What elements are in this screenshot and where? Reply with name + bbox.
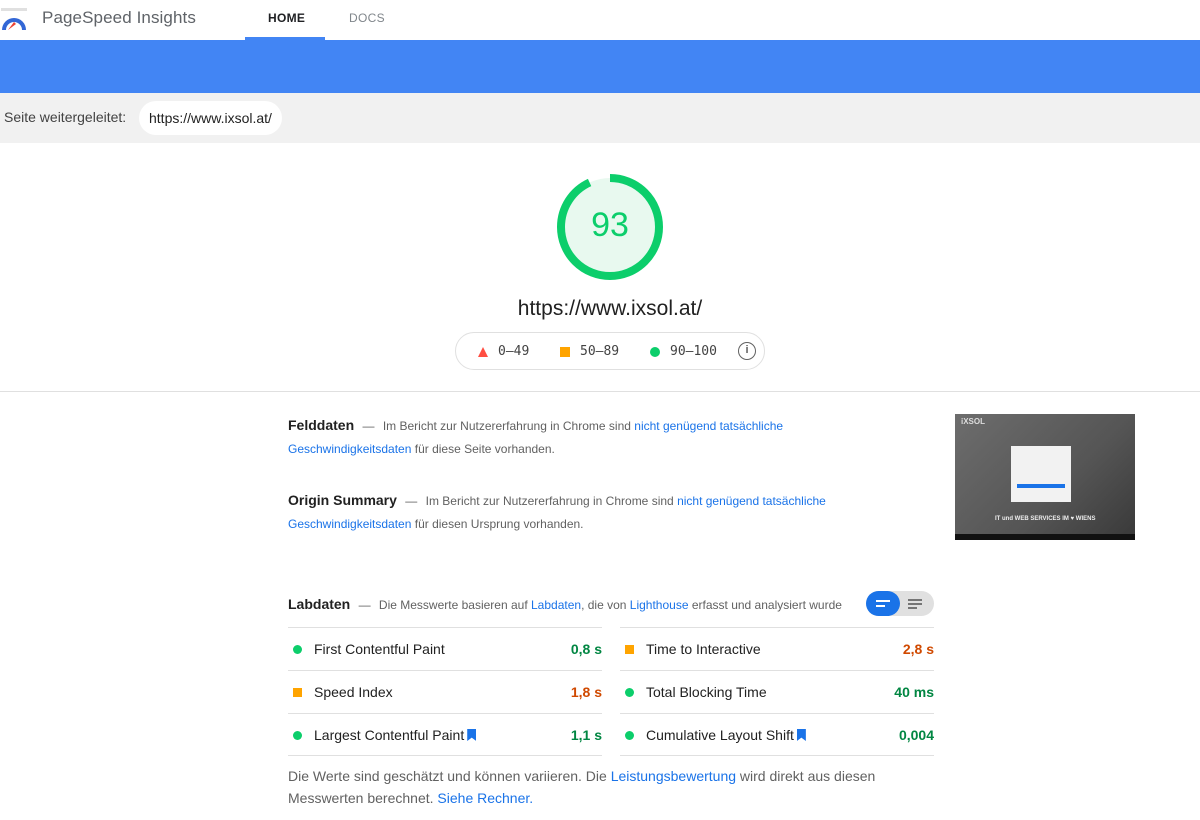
redirect-bar: Seite weitergeleitet: https://www.ixsol.… [0,93,1200,143]
performance-score-link[interactable]: Leistungsbewertung [611,768,736,784]
metric-label: Total Blocking Time [646,684,767,700]
metric-value: 2,8 s [902,641,934,657]
metric-value: 0,004 [898,727,934,743]
metric-total-blocking-time: Total Blocking Time 40 ms [620,670,934,713]
divider [0,391,1200,392]
metric-label: First Contentful Paint [314,641,445,657]
thumbnail-footer [955,534,1135,540]
metric-label-text: Cumulative Layout Shift [646,727,794,743]
origin-summary-text-end: für diesen Ursprung vorhanden. [414,517,584,531]
pass-circle-icon [625,731,634,740]
thumbnail-dialog-button [1017,484,1065,488]
expanded-list-icon-line [908,607,917,609]
metric-first-contentful-paint: First Contentful Paint 0,8 s [288,627,602,670]
legend-fail: 0–49 [478,344,529,359]
metrics-view-toggle[interactable] [866,591,934,616]
labdata-link[interactable]: Labdaten [531,598,581,612]
tested-url: https://www.ixsol.at/ [517,297,703,320]
app-title[interactable]: PageSpeed Insights [42,8,196,28]
page-screenshot-thumbnail: iXSOL IT und WEB SERVICES IM ♥ WIENS [955,414,1135,540]
pagespeed-logo-icon[interactable] [0,8,28,32]
top-navigation: PageSpeed Insights HOME DOCS [0,0,1200,40]
legend-pass: 90–100 [650,344,717,359]
tab-home[interactable]: HOME [268,11,305,25]
info-icon[interactable]: i [738,342,756,360]
lab-data-text: Die Messwerte basieren auf [378,598,528,612]
metric-time-to-interactive: Time to Interactive 2,8 s [620,627,934,670]
metric-label: Largest Contentful Paint [314,727,477,743]
bookmark-icon[interactable] [467,729,477,741]
origin-summary-title: Origin Summary [288,492,397,508]
bookmark-icon[interactable] [796,729,806,741]
separator-dash: — [405,494,418,508]
lighthouse-link[interactable]: Lighthouse [630,598,689,612]
metric-label: Speed Index [314,684,393,700]
metrics-column-left: First Contentful Paint 0,8 s Speed Index… [288,627,602,756]
thumbnail-cookie-dialog [1011,446,1071,502]
origin-summary-text: Im Bericht zur Nutzererfahrung in Chrome… [425,494,674,508]
origin-summary-section: Origin Summary — Im Bericht zur Nutzerer… [288,489,908,536]
field-data-text: Im Bericht zur Nutzererfahrung in Chrome… [382,419,631,433]
lab-data-title: Labdaten [288,596,351,612]
triangle-icon [478,346,488,357]
tab-docs[interactable]: DOCS [349,11,385,25]
legend-average: 50–89 [560,344,619,359]
separator-dash: — [358,598,371,612]
field-data-text-end: für diese Seite vorhanden. [414,442,555,456]
metric-value: 0,8 s [570,641,602,657]
compact-view-button[interactable] [866,591,900,616]
thumbnail-logo: iXSOL [961,417,986,426]
average-square-icon [625,645,634,654]
lab-data-text-3: erfasst und analysiert wurde [691,598,842,612]
lab-data-header: Labdaten — Die Messwerte basieren auf La… [288,596,842,612]
metrics-footnote: Die Werte sind geschätzt und können vari… [288,765,928,809]
performance-score: 93 [591,206,629,244]
redirect-label: Seite weitergeleitet: [4,109,127,125]
metric-largest-contentful-paint: Largest Contentful Paint 1,1 s [288,713,602,756]
redirect-url-chip[interactable]: https://www.ixsol.at/ [139,101,282,135]
header-band [0,40,1200,93]
separator-dash: — [362,419,375,433]
field-data-section: Felddaten — Im Bericht zur Nutzererfahru… [288,414,908,461]
square-icon [560,346,570,357]
metric-label-text: Largest Contentful Paint [314,727,465,743]
metric-label: Time to Interactive [646,641,761,657]
calculator-link[interactable]: Siehe Rechner. [437,790,533,806]
metric-value: 40 ms [894,684,934,700]
lab-data-text-2: , die von [581,598,627,612]
field-data-title: Felddaten [288,417,355,433]
metric-speed-index: Speed Index 1,8 s [288,670,602,713]
compact-list-icon [876,600,890,602]
pass-circle-icon [293,645,302,654]
average-square-icon [293,688,302,697]
compact-list-icon-line [876,605,885,607]
circle-icon [650,346,660,357]
metric-label: Cumulative Layout Shift [646,727,806,743]
metric-value: 1,1 s [570,727,602,743]
expanded-list-icon-line [908,603,922,605]
footnote-text: Die Werte sind geschätzt und können vari… [288,768,607,784]
metric-cumulative-layout-shift: Cumulative Layout Shift 0,004 [620,713,934,756]
pass-circle-icon [293,731,302,740]
score-legend: 0–49 50–89 90–100 i [455,332,765,370]
expanded-list-icon [908,599,922,601]
thumbnail-caption: IT und WEB SERVICES IM ♥ WIENS [995,516,1096,522]
metrics-column-right: Time to Interactive 2,8 s Total Blocking… [620,627,934,756]
metric-value: 1,8 s [570,684,602,700]
pass-circle-icon [625,688,634,697]
